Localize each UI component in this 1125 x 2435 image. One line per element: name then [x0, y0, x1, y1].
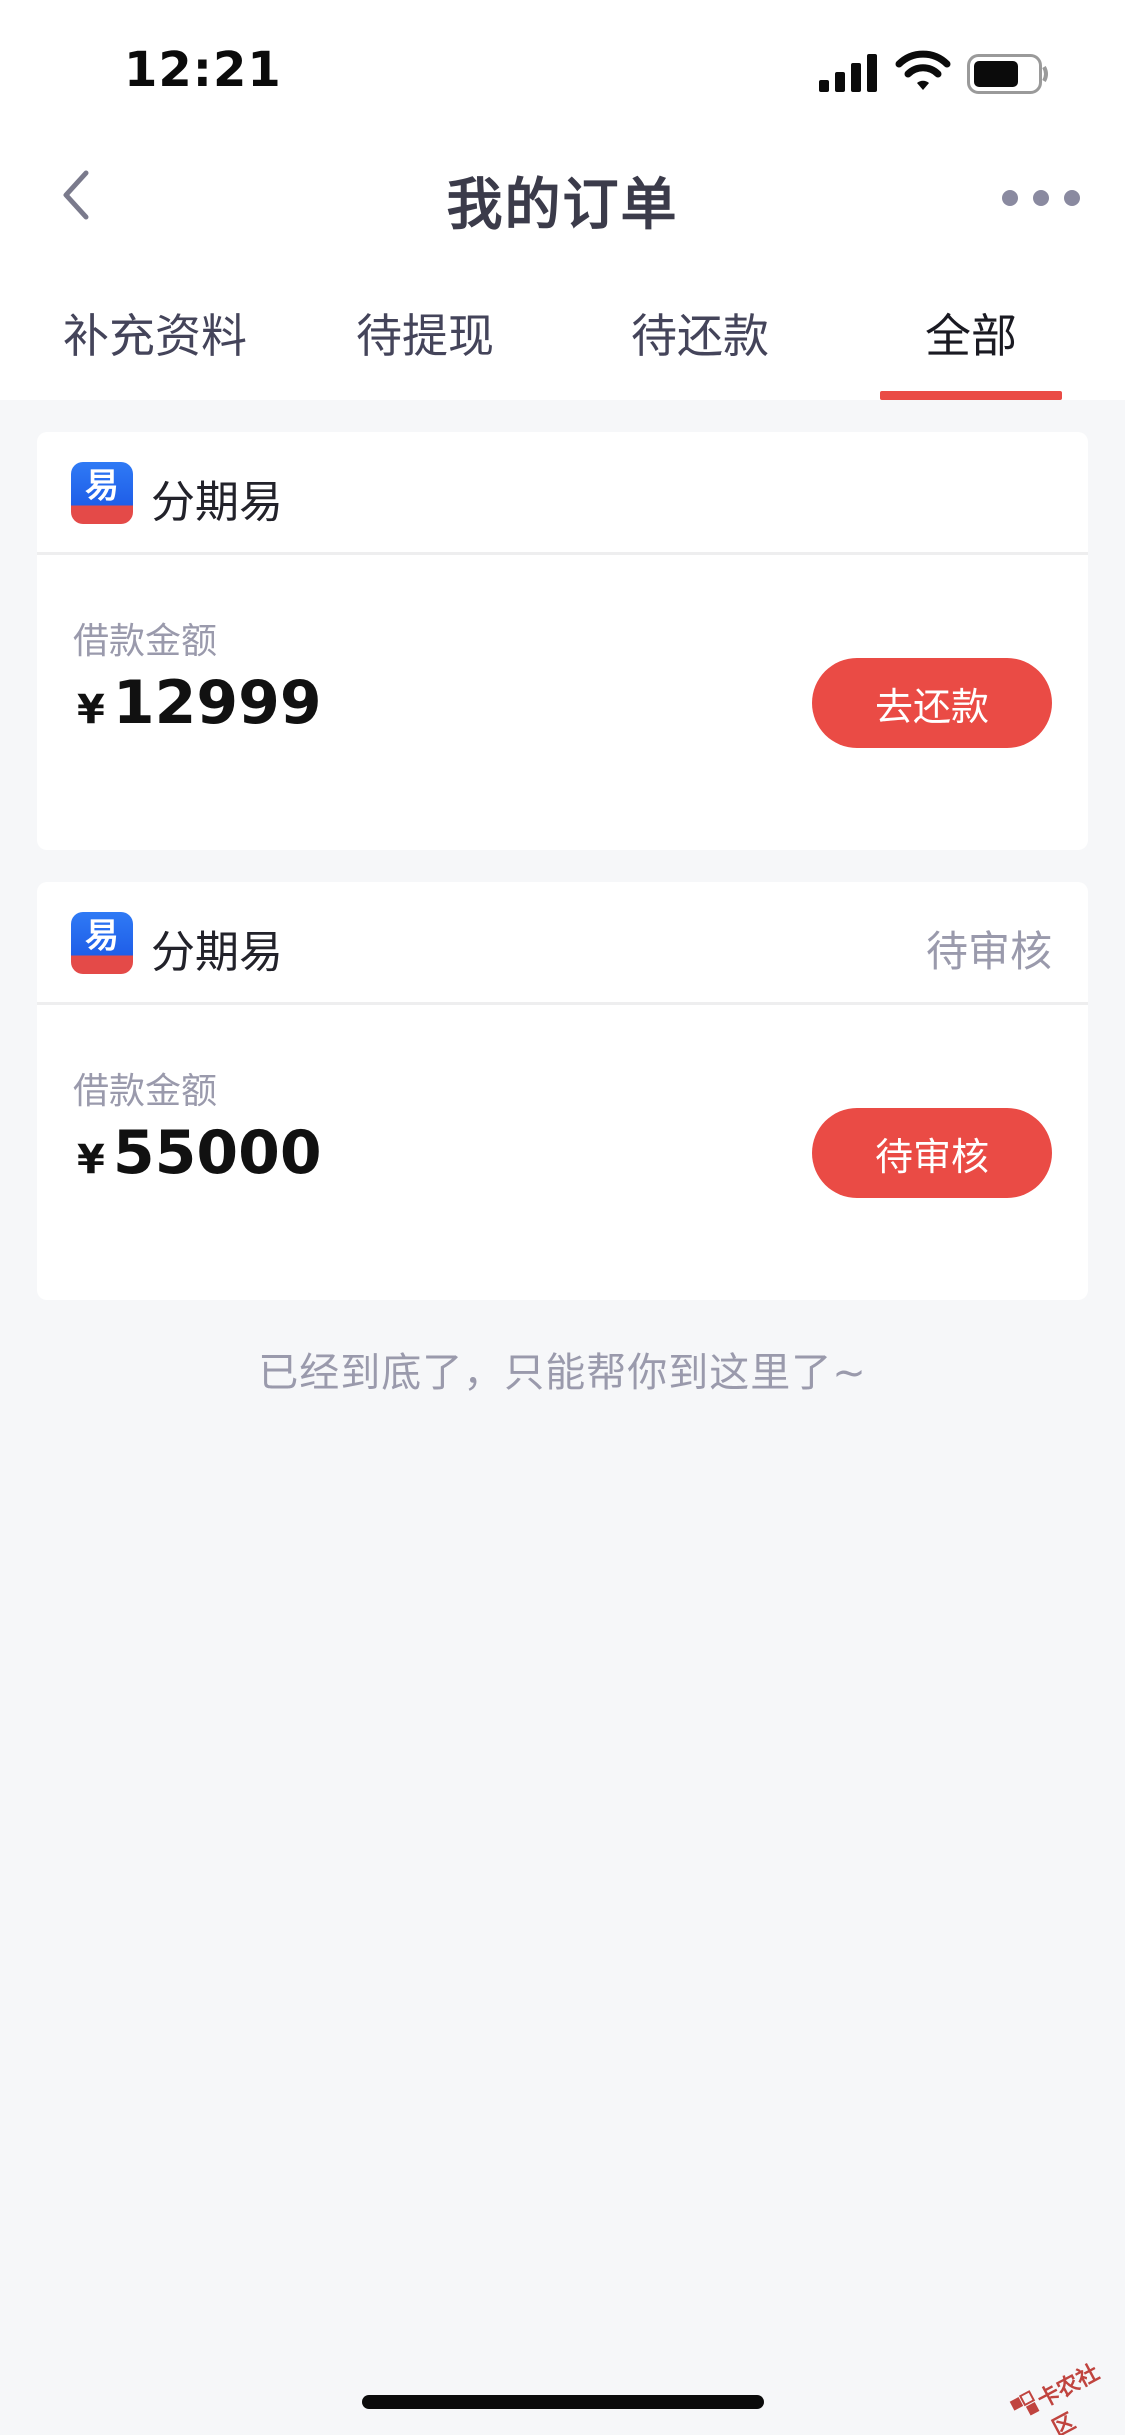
loan-amount: ¥ 55000: [77, 1118, 322, 1188]
more-dots-icon: [1064, 190, 1080, 206]
amount-value: 12999: [112, 668, 322, 738]
active-tab-indicator: [880, 391, 1062, 400]
watermark-text: 卡农社区: [1033, 2360, 1104, 2435]
order-card-header: 易 分期易: [37, 432, 1088, 555]
battery-icon: [967, 54, 1048, 94]
order-card[interactable]: 易 分期易 借款金额 ¥ 12999 去还款: [37, 432, 1088, 850]
status-time: 12:21: [124, 42, 282, 98]
watermark: 卡农社区: [1001, 2339, 1125, 2435]
brand-name: 分期易: [151, 927, 283, 978]
top-header-area: 12:21 我的订单 补充资料 待提现 待还款 全部: [0, 0, 1125, 400]
order-list-page: 12:21 我的订单 补充资料 待提现 待还款 全部 易 分期易 借款金额 ¥ …: [0, 0, 1125, 2435]
pending-review-button[interactable]: 待审核: [812, 1108, 1052, 1198]
signal-icon: [819, 54, 877, 92]
brand-logo-icon: 易: [71, 912, 133, 974]
order-card-header: 易 分期易 待审核: [37, 882, 1088, 1005]
repay-button[interactable]: 去还款: [812, 658, 1052, 748]
currency-symbol: ¥: [77, 687, 105, 733]
end-of-list-text: 已经到底了，只能帮你到这里了~: [258, 1350, 867, 1396]
amount-value: 55000: [112, 1118, 322, 1188]
more-button[interactable]: [1002, 178, 1080, 218]
wifi-icon: [895, 50, 951, 90]
order-card[interactable]: 易 分期易 待审核 借款金额 ¥ 55000 待审核: [37, 882, 1088, 1300]
tab-all[interactable]: 全部: [880, 300, 1062, 400]
brand-logo-icon: 易: [71, 462, 133, 524]
tab-pending-withdraw[interactable]: 待提现: [310, 300, 540, 400]
order-status: 待审核: [925, 927, 1052, 976]
tab-pending-repay[interactable]: 待还款: [585, 300, 815, 400]
tab-supplement-info[interactable]: 补充资料: [40, 300, 270, 400]
order-tabs: 补充资料 待提现 待还款 全部: [0, 300, 1125, 400]
page-title: 我的订单: [446, 173, 679, 238]
amount-label: 借款金额: [73, 621, 218, 662]
amount-label: 借款金额: [73, 1071, 218, 1112]
more-dots-icon: [1033, 190, 1049, 206]
home-indicator: [362, 2395, 764, 2409]
more-dots-icon: [1002, 190, 1018, 206]
brand-name: 分期易: [151, 477, 283, 528]
loan-amount: ¥ 12999: [77, 668, 322, 738]
currency-symbol: ¥: [77, 1137, 105, 1183]
status-icons: [819, 50, 1049, 96]
